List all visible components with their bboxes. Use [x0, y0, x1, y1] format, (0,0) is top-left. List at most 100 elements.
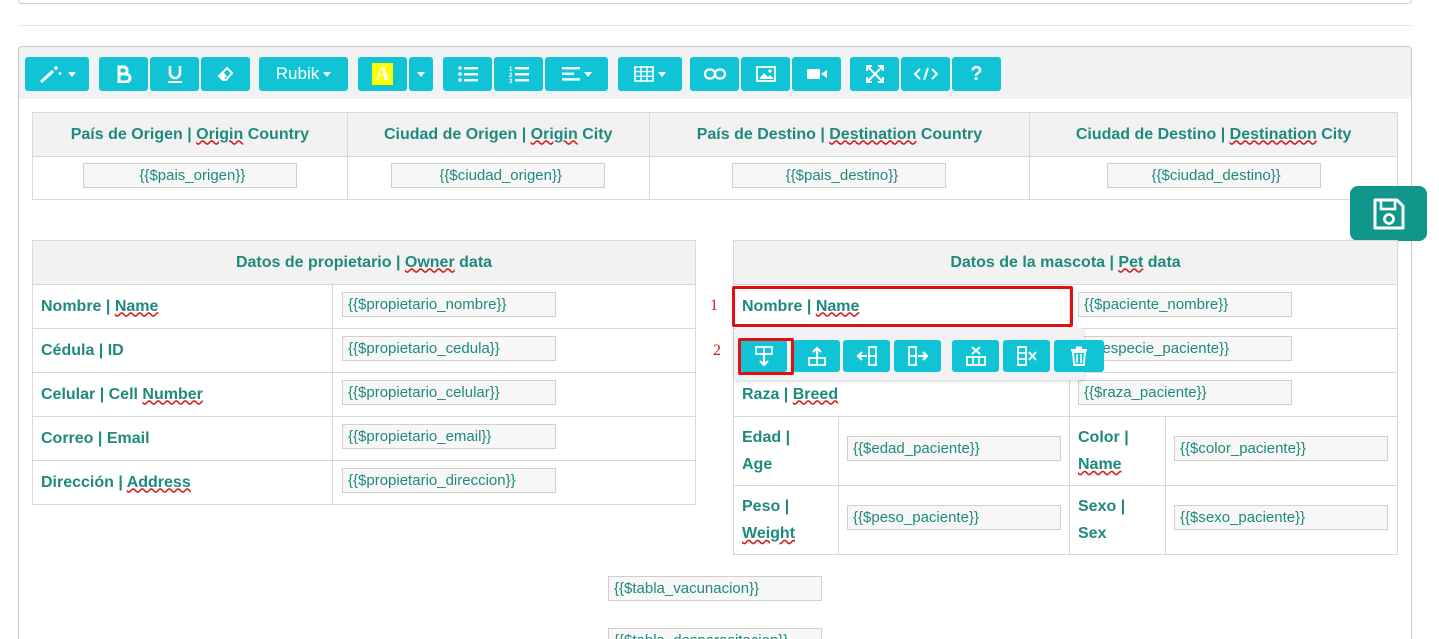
placeholder-field[interactable]: {{$propietario_direccion}} — [342, 467, 556, 493]
placeholder-field[interactable]: {{$ciudad_destino}} — [1106, 163, 1321, 188]
link-icon — [703, 68, 726, 80]
placeholder-field[interactable]: {{$especie_paciente}} — [1078, 335, 1292, 361]
placeholder-field[interactable]: {{$propietario_celular}} — [342, 379, 556, 405]
owner-address-cell[interactable]: {{$propietario_direccion}} — [332, 460, 696, 505]
owner-name-cell[interactable]: {{$propietario_nombre}} — [332, 284, 696, 329]
placeholder-field[interactable]: {{$propietario_email}} — [342, 423, 556, 449]
owner-header-row: Datos de propietario | Owner data — [32, 240, 696, 285]
pet-breed-cell[interactable]: {{$raza_paciente}} — [1069, 372, 1398, 417]
header-es-label: Ciudad de Destino — [1075, 125, 1217, 143]
owner-email-cell[interactable]: {{$propietario_email}} — [332, 416, 696, 461]
header-destination-city[interactable]: Ciudad de Destino | Destination City — [1029, 112, 1398, 157]
table-row: Cédula | ID {{$propietario_cedula}} — [32, 328, 696, 373]
fullscreen-button[interactable] — [850, 57, 899, 91]
pet-header[interactable]: Datos de la mascota | Pet data — [733, 240, 1398, 285]
placeholder-field[interactable]: {{$paciente_nombre}} — [1078, 291, 1292, 317]
header-en-label: City — [582, 125, 613, 143]
placeholder-field[interactable]: {{$sexo_paciente}} — [1174, 505, 1388, 530]
vaccination-table-field[interactable]: {{$tabla_vacunacion}} — [608, 576, 822, 601]
add-column-left-button[interactable] — [843, 340, 890, 372]
add-row-above-button[interactable] — [793, 340, 840, 372]
header-destination-country[interactable]: País de Destino | Destination Country — [648, 112, 1031, 157]
label-es: Celular — [41, 385, 96, 403]
highlight-box-add-row-button — [738, 338, 794, 375]
pet-weight-label[interactable]: Peso | Weight — [733, 485, 839, 555]
cell-origin-city[interactable]: {{$ciudad_origen}} — [346, 156, 650, 200]
text-color-button[interactable]: A — [358, 57, 407, 91]
style-magic-button[interactable] — [25, 57, 89, 91]
align-dropdown[interactable] — [545, 57, 608, 91]
video-button[interactable] — [792, 57, 841, 91]
pet-color-label[interactable]: Color | Name — [1069, 416, 1166, 486]
cell-destination-country[interactable]: {{$pais_destino}} — [648, 156, 1031, 200]
numbered-list-button[interactable]: 123 — [494, 57, 543, 91]
owner-name-label[interactable]: Nombre | Name — [32, 284, 333, 329]
pet-sex-label[interactable]: Sexo | Sex — [1069, 485, 1166, 555]
owner-email-label[interactable]: Correo | Email — [32, 416, 333, 461]
label-es: Dirección — [41, 473, 114, 491]
placeholder-field[interactable]: {{$propietario_nombre}} — [342, 291, 556, 317]
add-column-right-button[interactable] — [894, 340, 941, 372]
placeholder-field[interactable]: {{$color_paciente}} — [1174, 436, 1388, 461]
code-view-button[interactable] — [901, 57, 950, 91]
owner-id-cell[interactable]: {{$propietario_cedula}} — [332, 328, 696, 373]
placeholder-field[interactable]: {{$pais_origen}} — [82, 163, 297, 188]
code-icon — [913, 67, 938, 81]
pet-age-label[interactable]: Edad | Age — [733, 416, 839, 486]
placeholder-field[interactable]: {{$ciudad_origen}} — [391, 163, 606, 188]
header-origin-country[interactable]: País de Origen | Origin Country — [32, 112, 348, 157]
owner-id-label[interactable]: Cédula | ID — [32, 328, 333, 373]
font-family-dropdown[interactable]: Rubik — [259, 57, 348, 91]
pet-sex-cell[interactable]: {{$sexo_paciente}} — [1165, 485, 1398, 555]
owner-address-label[interactable]: Dirección | Address — [32, 460, 333, 505]
placeholder-field[interactable]: {{$edad_paciente}} — [847, 436, 1061, 461]
save-button[interactable] — [1350, 186, 1427, 241]
label-es: Correo — [41, 429, 94, 447]
clear-format-button[interactable] — [201, 57, 250, 91]
owner-phone-cell[interactable]: {{$propietario_celular}} — [332, 372, 696, 417]
placeholder-field[interactable]: {{$peso_paciente}} — [847, 505, 1061, 530]
placeholder-field[interactable]: {{$raza_paciente}} — [1078, 379, 1292, 405]
header-origin-city[interactable]: Ciudad de Origen | Origin City — [346, 112, 650, 157]
underline-button[interactable] — [150, 57, 199, 91]
cell-destination-city[interactable]: {{$ciudad_destino}} — [1029, 156, 1398, 200]
bullet-list-icon — [457, 66, 478, 82]
route-header-row: País de Origen | Origin Country Ciudad d… — [32, 112, 1398, 157]
pet-species-cell[interactable]: {{$especie_paciente}} — [1069, 328, 1398, 373]
numbered-list-icon: 123 — [509, 67, 529, 83]
text-color-dropdown[interactable] — [409, 57, 433, 91]
owner-header[interactable]: Datos de propietario | Owner data — [32, 240, 696, 285]
owner-phone-label[interactable]: Celular | Cell Number — [32, 372, 333, 417]
link-button[interactable] — [690, 57, 739, 91]
placeholder-field[interactable]: {{$pais_destino}} — [732, 163, 947, 188]
label-en: Sex — [1078, 525, 1107, 542]
pet-weight-cell[interactable]: {{$peso_paciente}} — [838, 485, 1070, 555]
svg-text:3: 3 — [509, 79, 513, 83]
video-icon — [806, 69, 827, 79]
image-button[interactable] — [741, 57, 790, 91]
chevron-down-icon — [68, 71, 76, 77]
bold-button[interactable] — [99, 57, 148, 91]
header-es-label: Datos de la mascota — [950, 253, 1106, 271]
bullet-list-button[interactable] — [443, 57, 492, 91]
deworming-table-field[interactable]: {{$tabla_desparasitacion}} — [608, 628, 822, 639]
label-es: Nombre — [41, 297, 102, 315]
table-row: Dirección | Address {{$propietario_direc… — [32, 460, 696, 505]
label-en: ID — [107, 341, 124, 359]
help-button[interactable]: ? — [952, 57, 1001, 91]
annotation-number-2: 2 — [713, 342, 721, 359]
eraser-icon — [217, 66, 233, 81]
label-en: Number — [142, 385, 203, 403]
pet-color-cell[interactable]: {{$color_paciente}} — [1165, 416, 1398, 486]
placeholder-field[interactable]: {{$propietario_cedula}} — [342, 335, 556, 361]
pet-name-cell[interactable]: {{$paciente_nombre}} — [1069, 284, 1398, 329]
delete-column-button[interactable] — [1003, 340, 1050, 372]
cell-origin-country[interactable]: {{$pais_origen}} — [32, 156, 348, 200]
label-es: Color | — [1078, 429, 1129, 446]
table-dropdown[interactable] — [618, 57, 682, 91]
table-row: Celular | Cell Number {{$propietario_cel… — [32, 372, 696, 417]
route-value-row: {{$pais_origen}} {{$ciudad_origen}} {{$p… — [32, 156, 1398, 200]
pet-age-cell[interactable]: {{$edad_paciente}} — [838, 416, 1070, 486]
delete-table-button[interactable] — [1054, 340, 1104, 372]
delete-row-button[interactable] — [952, 340, 999, 372]
